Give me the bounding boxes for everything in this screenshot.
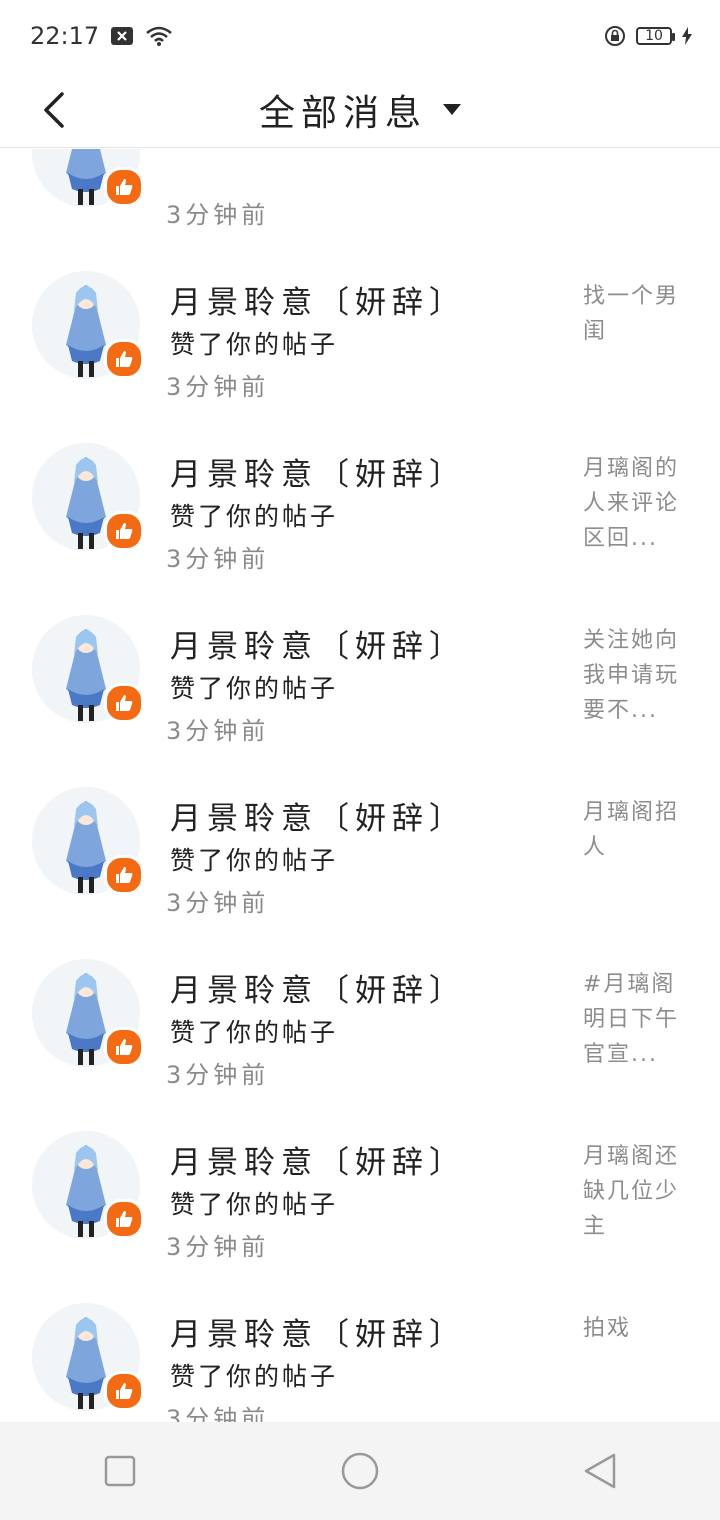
like-badge [104, 511, 144, 551]
timestamp: 3分钟前 [166, 1405, 270, 1422]
system-nav-bar [0, 1422, 720, 1520]
rotation-lock-icon [604, 25, 626, 47]
post-preview[interactable]: 月璃阁的人来评论区回... [583, 451, 695, 556]
message-list[interactable]: 3分钟前 吗？ 月景聆意〔妍辞〕 赞了你的帖子 3分钟前 找一个男闺 月景聆意〔… [0, 149, 720, 1422]
action-text: 赞了你的帖子 [170, 846, 339, 875]
thumbs-up-icon [116, 1039, 133, 1055]
message-item[interactable]: 月景聆意〔妍辞〕 赞了你的帖子 3分钟前 拍戏 [0, 1273, 720, 1422]
like-badge [104, 855, 144, 895]
battery-indicator: 10 [636, 27, 675, 45]
message-item[interactable]: 3分钟前 吗？ [0, 149, 720, 241]
action-text: 赞了你的帖子 [170, 502, 339, 531]
timestamp: 3分钟前 [166, 373, 270, 401]
post-preview[interactable]: #月璃阁明日下午官宣... [583, 967, 695, 1072]
message-item[interactable]: 月景聆意〔妍辞〕 赞了你的帖子 3分钟前 关注她向我申请玩要不... [0, 585, 720, 757]
timestamp: 3分钟前 [166, 1233, 270, 1261]
sender-name: 月景聆意〔妍辞〕 [170, 285, 466, 321]
message-item[interactable]: 月景聆意〔妍辞〕 赞了你的帖子 3分钟前 月璃阁还缺几位少主 [0, 1101, 720, 1273]
thumbs-up-icon [116, 351, 133, 367]
recent-apps-button[interactable] [80, 1431, 160, 1511]
square-icon [104, 1455, 136, 1487]
back-button[interactable] [30, 86, 78, 134]
like-badge [104, 683, 144, 723]
post-preview[interactable]: 找一个男闺 [583, 279, 695, 349]
timestamp: 3分钟前 [166, 1061, 270, 1089]
thumbs-up-icon [116, 1383, 133, 1399]
like-badge [104, 167, 144, 207]
sender-name: 月景聆意〔妍辞〕 [170, 1145, 466, 1181]
message-item[interactable]: 月景聆意〔妍辞〕 赞了你的帖子 3分钟前 月璃阁招人 [0, 757, 720, 929]
thumbs-up-icon [116, 867, 133, 883]
timestamp: 3分钟前 [166, 717, 270, 745]
clock: 22:17 [30, 22, 100, 50]
action-text: 赞了你的帖子 [170, 674, 339, 703]
sender-name: 月景聆意〔妍辞〕 [170, 801, 466, 837]
post-preview[interactable]: 拍戏 [583, 1311, 695, 1346]
thumbs-up-icon [116, 179, 133, 195]
sender-name: 月景聆意〔妍辞〕 [170, 973, 466, 1009]
timestamp: 3分钟前 [166, 201, 270, 229]
message-item[interactable]: 月景聆意〔妍辞〕 赞了你的帖子 3分钟前 找一个男闺 [0, 241, 720, 413]
sim-no-signal-icon [111, 27, 134, 45]
thumbs-up-icon [116, 1211, 133, 1227]
message-item[interactable]: 月景聆意〔妍辞〕 赞了你的帖子 3分钟前 月璃阁的人来评论区回... [0, 413, 720, 585]
timestamp: 3分钟前 [166, 889, 270, 917]
sender-name: 月景聆意〔妍辞〕 [170, 457, 466, 493]
sender-name: 月景聆意〔妍辞〕 [170, 629, 466, 665]
circle-icon [341, 1452, 379, 1490]
back-arrow-icon [44, 92, 64, 128]
home-button[interactable] [320, 1431, 400, 1511]
like-badge [104, 1371, 144, 1411]
thumbs-up-icon [116, 523, 133, 539]
message-filter-dropdown[interactable]: 全部消息 [259, 84, 461, 136]
status-bar: 22:17 10 [0, 0, 720, 72]
post-preview[interactable]: 月璃阁还缺几位少主 [583, 1139, 695, 1244]
system-back-button[interactable] [560, 1431, 640, 1511]
action-text: 赞了你的帖子 [170, 1362, 339, 1391]
timestamp: 3分钟前 [166, 545, 270, 573]
wifi-icon [145, 25, 173, 47]
action-text: 赞了你的帖子 [170, 1190, 339, 1219]
like-badge [104, 1199, 144, 1239]
post-preview[interactable]: 月璃阁招人 [583, 795, 695, 865]
post-preview[interactable]: 关注她向我申请玩要不... [583, 623, 695, 728]
top-app-bar: 全部消息 [0, 72, 720, 148]
action-text: 赞了你的帖子 [170, 330, 339, 359]
thumbs-up-icon [116, 695, 133, 711]
sender-name: 月景聆意〔妍辞〕 [170, 1317, 466, 1353]
caret-down-icon [443, 104, 461, 115]
triangle-back-icon [584, 1453, 616, 1489]
charging-bolt-icon [682, 27, 692, 45]
like-badge [104, 1027, 144, 1067]
like-badge [104, 339, 144, 379]
page-title: 全部消息 [258, 92, 427, 134]
message-item[interactable]: 月景聆意〔妍辞〕 赞了你的帖子 3分钟前 #月璃阁明日下午官宣... [0, 929, 720, 1101]
action-text: 赞了你的帖子 [170, 1018, 339, 1047]
